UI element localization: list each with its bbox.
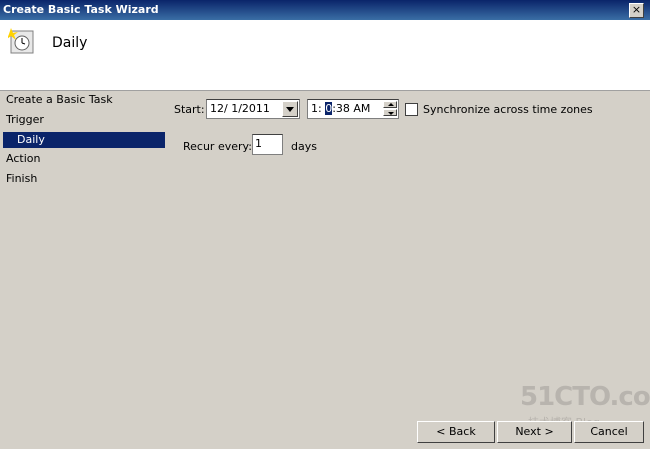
page-title: Daily (52, 35, 88, 51)
sidebar-item-finish[interactable]: Finish (6, 172, 37, 185)
cancel-button[interactable]: Cancel (574, 421, 644, 443)
sidebar-item-daily[interactable]: Daily (3, 132, 165, 148)
title-bar: Create Basic Task Wizard × (0, 0, 650, 20)
sidebar-item-action[interactable]: Action (6, 152, 40, 165)
chevron-down-icon[interactable] (282, 101, 298, 117)
back-button[interactable]: < Back (417, 421, 495, 443)
clock-icon (8, 28, 34, 54)
spin-down-icon[interactable] (383, 109, 397, 116)
wizard-header: Daily (0, 20, 650, 91)
wizard-steps: Create a Basic Task Trigger Daily Action… (0, 91, 168, 291)
start-time-picker[interactable]: 1: 0:38 AM (307, 99, 399, 119)
next-button[interactable]: Next > (497, 421, 572, 443)
sidebar-item-create-basic-task[interactable]: Create a Basic Task (6, 93, 113, 106)
sidebar-item-label: Daily (17, 133, 45, 146)
sync-time-zones-checkbox[interactable] (405, 103, 418, 116)
spin-up-icon[interactable] (383, 101, 397, 108)
sidebar-item-trigger[interactable]: Trigger (6, 113, 44, 126)
close-icon[interactable]: × (629, 3, 644, 18)
start-date-picker[interactable]: 12/ 1/2011 (206, 99, 300, 119)
start-time-rest: :38 AM (332, 102, 371, 115)
window-title: Create Basic Task Wizard (3, 3, 159, 16)
start-date-value: 12/ 1/2011 (210, 102, 270, 115)
recur-days-input[interactable]: 1 (252, 134, 283, 155)
recur-unit-label: days (291, 140, 317, 153)
recur-label: Recur every: (183, 140, 252, 153)
sync-time-zones-label: Synchronize across time zones (423, 103, 593, 116)
start-time-hour: 1: (311, 102, 326, 115)
start-time-value: 1: 0:38 AM (311, 102, 370, 115)
recur-days-value: 1 (255, 137, 262, 150)
watermark-logo: 51CTO.com (520, 382, 650, 412)
start-label: Start: (174, 103, 205, 116)
time-spinner[interactable] (383, 101, 397, 117)
